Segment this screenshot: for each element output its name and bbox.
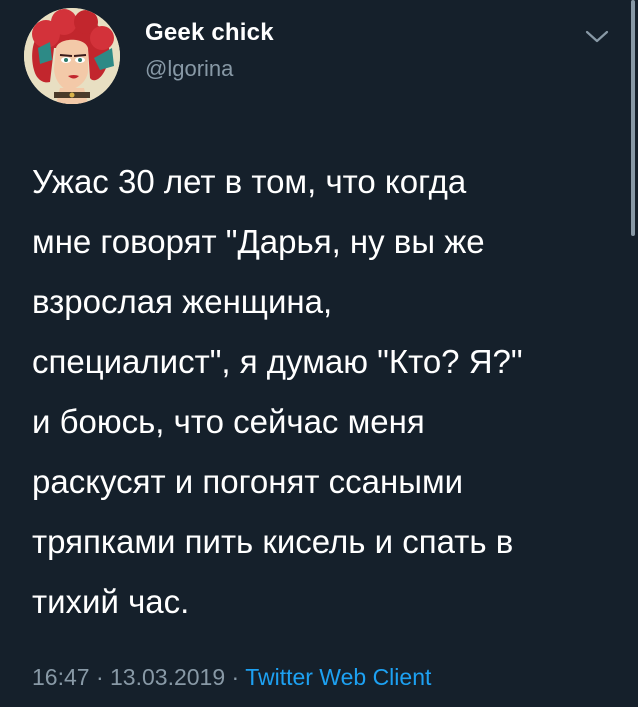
tweet-meta: 16:47 · 13.03.2019 · Twitter Web Client xyxy=(32,664,431,691)
author-display-name[interactable]: Geek chick xyxy=(145,19,274,47)
meta-separator: · xyxy=(95,664,104,690)
tweet-date[interactable]: 13.03.2019 xyxy=(110,664,225,690)
tweet-text: Ужас 30 лет в том, что когда мне говорят… xyxy=(32,163,523,620)
author-handle[interactable]: @lgorina xyxy=(145,56,233,82)
avatar[interactable] xyxy=(24,8,120,104)
illustrated-redhead-avatar-icon xyxy=(24,8,120,104)
tweet: Geek chick @lgorina Ужас 30 лет в том, ч… xyxy=(0,0,638,707)
tweet-source-link[interactable]: Twitter Web Client xyxy=(245,664,431,690)
chevron-down-icon[interactable] xyxy=(582,24,612,48)
tweet-time[interactable]: 16:47 xyxy=(32,664,90,690)
scrollbar[interactable] xyxy=(631,0,635,236)
meta-separator: · xyxy=(231,664,240,690)
